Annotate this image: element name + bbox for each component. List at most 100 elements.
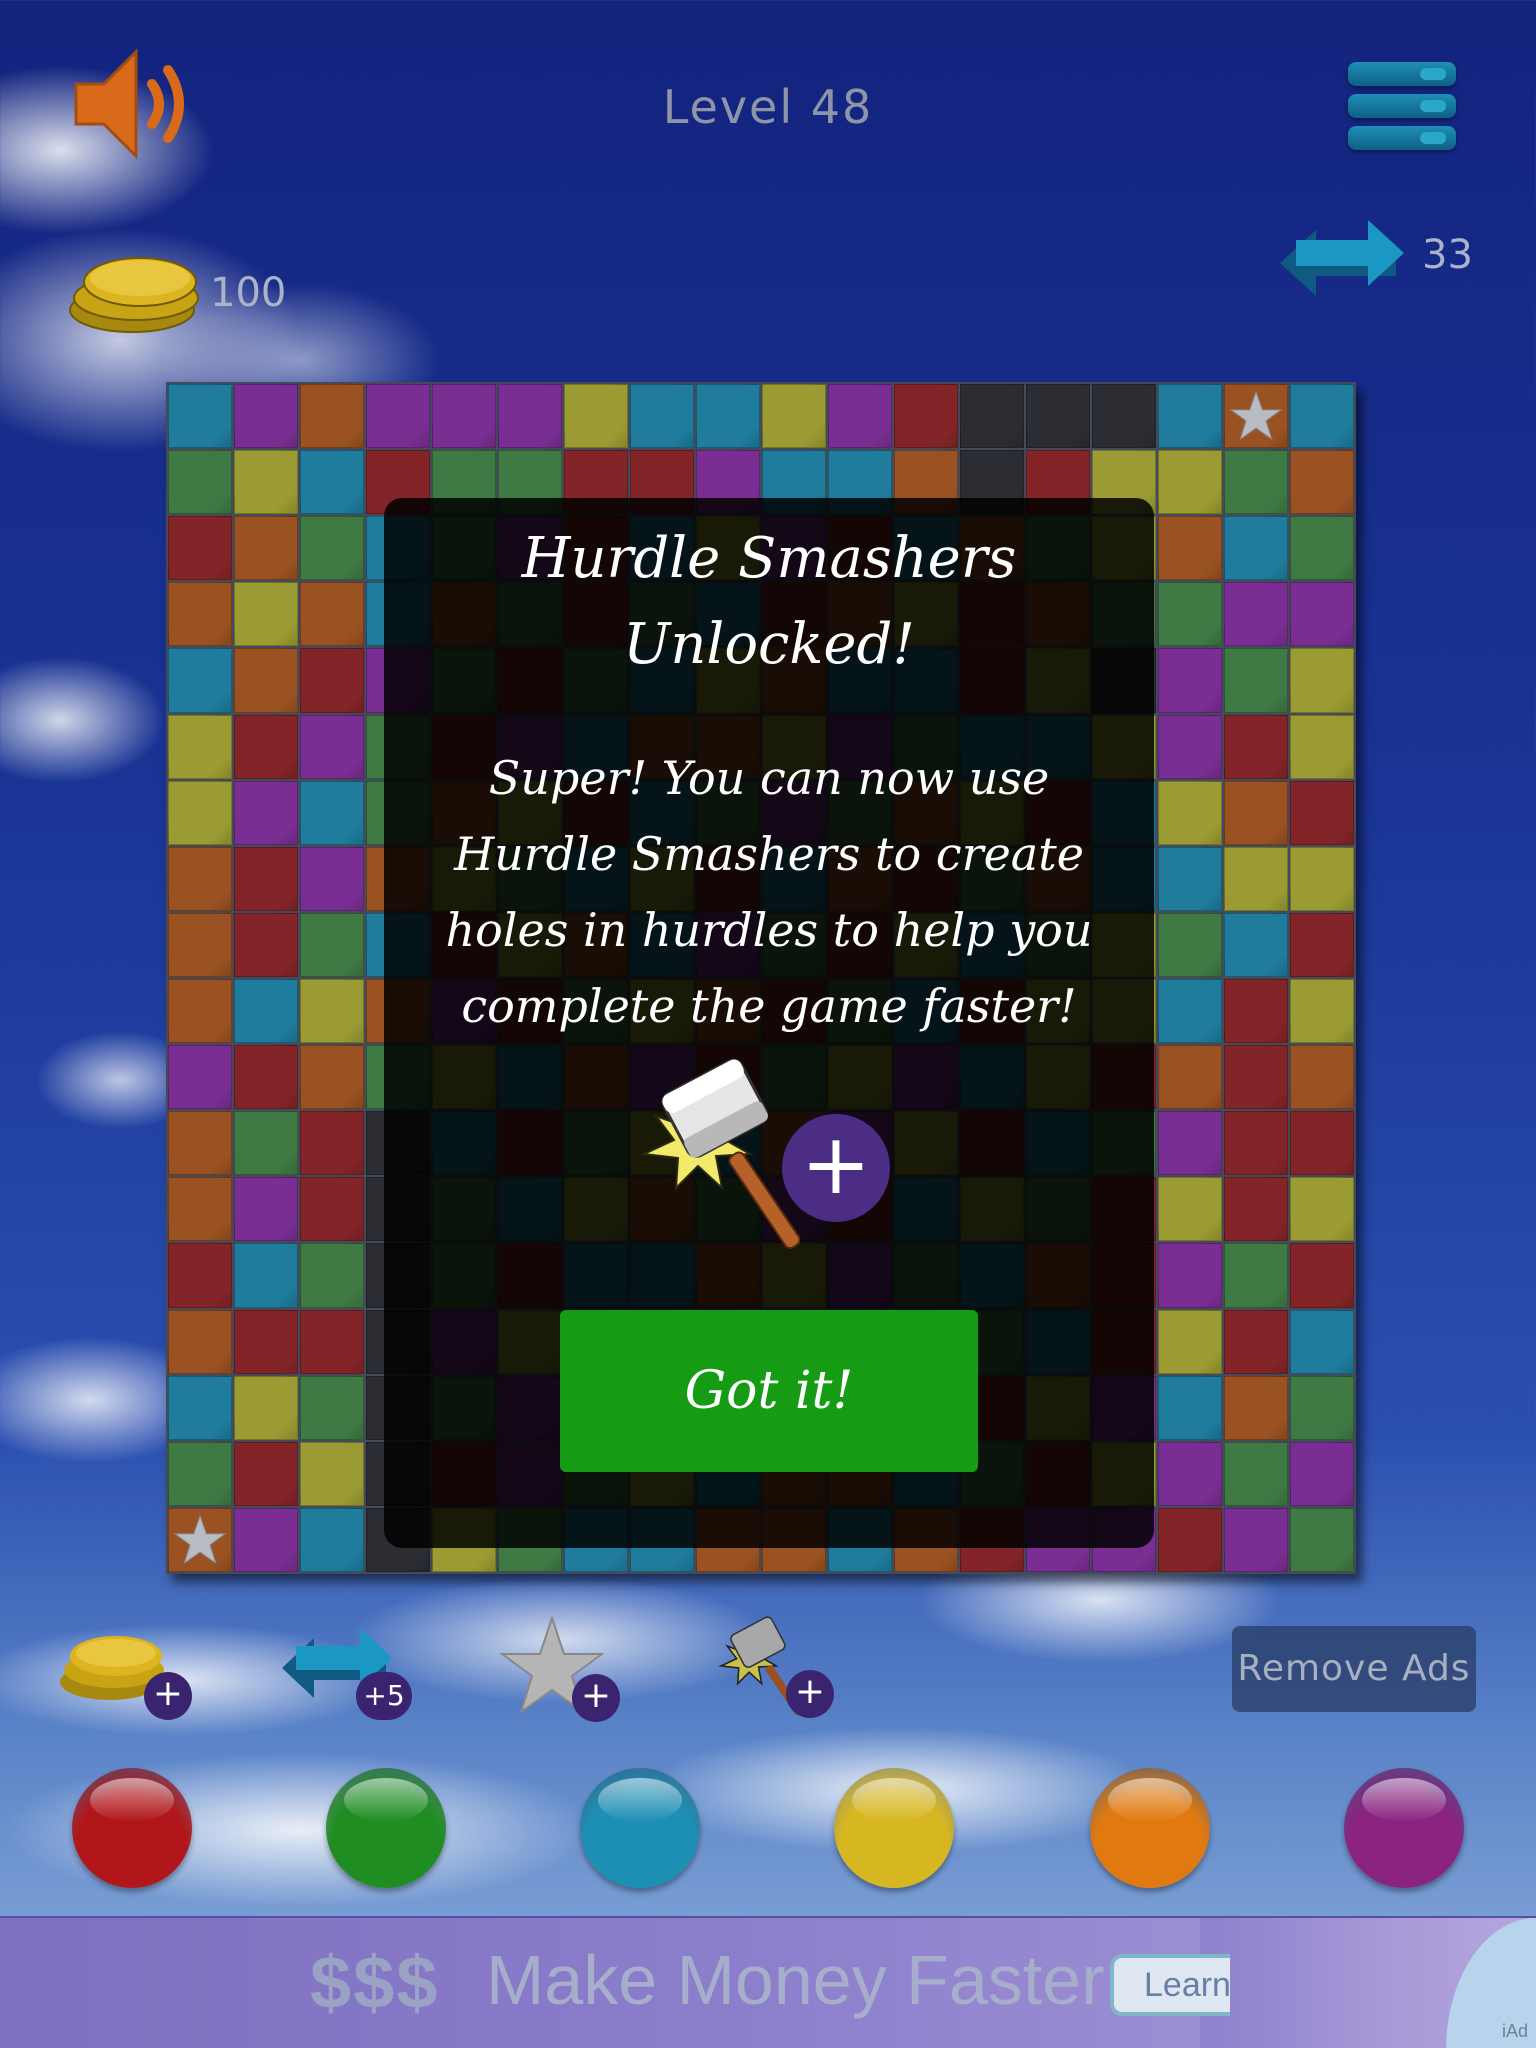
got-it-button[interactable]: Got it! xyxy=(560,1310,978,1472)
board-cell[interactable] xyxy=(1092,384,1156,449)
ad-learn-button[interactable]: Learn xyxy=(1110,1954,1230,2016)
board-cell[interactable] xyxy=(1224,516,1288,581)
board-cell[interactable] xyxy=(894,384,958,449)
board-cell[interactable] xyxy=(1290,1111,1354,1176)
board-cell[interactable] xyxy=(168,516,232,581)
board-cell[interactable] xyxy=(1026,384,1090,449)
board-cell[interactable] xyxy=(300,846,364,911)
board-cell[interactable] xyxy=(234,1243,298,1308)
board-cell[interactable] xyxy=(1290,1375,1354,1440)
board-cell[interactable] xyxy=(1224,450,1288,515)
board-cell[interactable] xyxy=(1290,846,1354,911)
board-cell[interactable] xyxy=(1224,979,1288,1044)
board-cell[interactable] xyxy=(564,384,628,449)
board-cell[interactable] xyxy=(168,1507,232,1572)
board-cell[interactable] xyxy=(168,912,232,977)
color-ball-red[interactable] xyxy=(72,1768,192,1888)
board-cell[interactable] xyxy=(168,1309,232,1374)
board-cell[interactable] xyxy=(1290,516,1354,581)
board-cell[interactable] xyxy=(1158,780,1222,845)
board-cell[interactable] xyxy=(1290,648,1354,713)
board-cell[interactable] xyxy=(300,1177,364,1242)
board-cell[interactable] xyxy=(168,1441,232,1506)
board-cell[interactable] xyxy=(168,714,232,779)
board-cell[interactable] xyxy=(234,1507,298,1572)
board-cell[interactable] xyxy=(234,912,298,977)
board-cell[interactable] xyxy=(300,1045,364,1110)
board-cell[interactable] xyxy=(1158,648,1222,713)
board-cell[interactable] xyxy=(1158,1177,1222,1242)
board-cell[interactable] xyxy=(1158,1507,1222,1572)
board-cell[interactable] xyxy=(234,1177,298,1242)
board-cell[interactable] xyxy=(300,1507,364,1572)
board-cell[interactable] xyxy=(234,648,298,713)
sound-toggle-button[interactable] xyxy=(70,44,200,164)
board-cell[interactable] xyxy=(1224,1309,1288,1374)
board-cell[interactable] xyxy=(300,979,364,1044)
color-ball-green[interactable] xyxy=(326,1768,446,1888)
board-cell[interactable] xyxy=(960,384,1024,449)
board-cell[interactable] xyxy=(300,516,364,581)
board-cell[interactable] xyxy=(1224,846,1288,911)
board-cell[interactable] xyxy=(1290,979,1354,1044)
board-cell[interactable] xyxy=(1224,1441,1288,1506)
board-cell[interactable] xyxy=(300,1243,364,1308)
board-cell[interactable] xyxy=(300,780,364,845)
board-cell[interactable] xyxy=(1224,714,1288,779)
board-cell[interactable] xyxy=(234,780,298,845)
board-cell[interactable] xyxy=(300,582,364,647)
board-cell[interactable] xyxy=(1224,1177,1288,1242)
buy-swaps-button[interactable]: +5 xyxy=(278,1616,418,1726)
board-cell[interactable] xyxy=(1158,582,1222,647)
board-cell[interactable] xyxy=(234,1045,298,1110)
board-cell[interactable] xyxy=(1224,384,1288,449)
board-cell[interactable] xyxy=(168,450,232,515)
board-cell[interactable] xyxy=(234,1309,298,1374)
board-cell[interactable] xyxy=(498,384,562,449)
board-cell[interactable] xyxy=(300,1441,364,1506)
board-cell[interactable] xyxy=(300,450,364,515)
board-cell[interactable] xyxy=(828,384,892,449)
board-cell[interactable] xyxy=(1224,582,1288,647)
board-cell[interactable] xyxy=(1290,450,1354,515)
board-cell[interactable] xyxy=(300,1309,364,1374)
board-cell[interactable] xyxy=(1224,648,1288,713)
board-cell[interactable] xyxy=(168,979,232,1044)
board-cell[interactable] xyxy=(234,516,298,581)
remove-ads-button[interactable]: Remove Ads xyxy=(1232,1626,1476,1712)
board-cell[interactable] xyxy=(168,846,232,911)
board-cell[interactable] xyxy=(1158,846,1222,911)
board-cell[interactable] xyxy=(234,714,298,779)
board-cell[interactable] xyxy=(300,714,364,779)
color-ball-purple[interactable] xyxy=(1344,1768,1464,1888)
board-cell[interactable] xyxy=(1158,516,1222,581)
ad-banner[interactable]: $$$ Make Money Faster Learn iAd xyxy=(0,1916,1536,2048)
board-cell[interactable] xyxy=(1290,714,1354,779)
board-cell[interactable] xyxy=(234,1375,298,1440)
board-cell[interactable] xyxy=(1158,1111,1222,1176)
board-cell[interactable] xyxy=(1290,1309,1354,1374)
board-cell[interactable] xyxy=(1290,1243,1354,1308)
board-cell[interactable] xyxy=(1290,582,1354,647)
buy-hammer-button[interactable]: + xyxy=(708,1616,848,1726)
board-cell[interactable] xyxy=(234,582,298,647)
board-cell[interactable] xyxy=(1224,1111,1288,1176)
board-cell[interactable] xyxy=(300,1375,364,1440)
board-cell[interactable] xyxy=(1224,1045,1288,1110)
board-cell[interactable] xyxy=(168,1111,232,1176)
board-cell[interactable] xyxy=(1158,912,1222,977)
board-cell[interactable] xyxy=(1290,780,1354,845)
board-cell[interactable] xyxy=(234,450,298,515)
board-cell[interactable] xyxy=(300,1111,364,1176)
board-cell[interactable] xyxy=(1224,780,1288,845)
board-cell[interactable] xyxy=(168,1375,232,1440)
board-cell[interactable] xyxy=(168,1243,232,1308)
board-cell[interactable] xyxy=(1224,1375,1288,1440)
board-cell[interactable] xyxy=(168,780,232,845)
board-cell[interactable] xyxy=(1290,1177,1354,1242)
board-cell[interactable] xyxy=(1158,1309,1222,1374)
board-cell[interactable] xyxy=(1290,384,1354,449)
board-cell[interactable] xyxy=(1158,1375,1222,1440)
board-cell[interactable] xyxy=(300,648,364,713)
board-cell[interactable] xyxy=(168,1045,232,1110)
